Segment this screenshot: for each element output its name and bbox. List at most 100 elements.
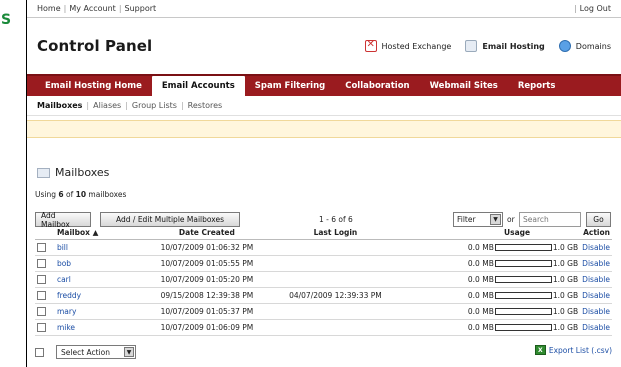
mailbox-link[interactable]: mike	[57, 323, 75, 332]
row-checkbox[interactable]	[37, 290, 46, 300]
export-list-link[interactable]: X Export List (.csv)	[534, 345, 612, 355]
header: Control Panel Hosted Exchange Email Host…	[27, 18, 621, 74]
mailbox-link[interactable]: carl	[57, 275, 71, 284]
table-row: bob 10/07/2009 01:05:55 PM 0.0 MB 1.0 GB…	[35, 255, 612, 272]
row-checkbox-cell	[35, 319, 55, 336]
product-switcher: Hosted Exchange Email Hosting Domains	[364, 39, 611, 52]
last-login-cell	[274, 271, 397, 288]
date-created-cell: 09/15/2008 12:39:38 PM	[139, 287, 275, 304]
usage-cell: 0.0 MB 1.0 GB	[396, 271, 581, 288]
support-link[interactable]: Support	[125, 4, 157, 13]
section-title: Mailboxes	[55, 166, 110, 179]
mailbox-link[interactable]: freddy	[57, 291, 81, 300]
usage-quota: 1.0 GB	[552, 290, 579, 300]
subnav-group-lists[interactable]: Group Lists	[132, 101, 177, 110]
disable-link[interactable]: Disable	[582, 243, 610, 252]
usage-used: 0.0 MB	[467, 274, 494, 284]
filter-select[interactable]: Filter ▼	[453, 212, 503, 227]
row-checkbox[interactable]	[37, 258, 46, 268]
subnav-aliases[interactable]: Aliases	[93, 101, 121, 110]
row-checkbox-cell	[35, 287, 55, 304]
row-checkbox[interactable]	[37, 274, 46, 284]
add-multiple-mailboxes-button[interactable]: Add / Edit Multiple Mailboxes	[100, 212, 240, 227]
top-links: Home | My Account | Support	[37, 4, 157, 13]
tab-spam-filtering[interactable]: Spam Filtering	[245, 81, 335, 96]
go-button[interactable]: Go	[586, 212, 611, 227]
disable-link[interactable]: Disable	[582, 259, 610, 268]
usage-bar	[494, 275, 552, 283]
column-header-date-created[interactable]: Date Created	[139, 226, 275, 240]
select-action-dropdown[interactable]: Select Action ▼	[56, 345, 136, 359]
tab-collaboration[interactable]: Collaboration	[335, 81, 419, 96]
product-label: Hosted Exchange	[381, 41, 452, 51]
disable-link[interactable]: Disable	[582, 275, 610, 284]
export-label: Export List (.csv)	[548, 345, 612, 355]
add-mailbox-button[interactable]: Add Mailbox	[35, 211, 91, 229]
disable-link[interactable]: Disable	[582, 307, 610, 316]
mailbox-link[interactable]: bob	[57, 259, 71, 268]
mailbox-link[interactable]: mary	[57, 307, 76, 316]
usage-quota: 1.0 GB	[552, 258, 579, 268]
usage-cell: 0.0 MB 1.0 GB	[396, 303, 581, 320]
usage-quota: 1.0 GB	[552, 242, 579, 252]
subnav-mailboxes[interactable]: Mailboxes	[37, 101, 82, 110]
usage-cell: 0.0 MB 1.0 GB	[396, 319, 581, 336]
usage-bar	[494, 259, 552, 267]
mailbox-name-cell: freddy	[54, 287, 140, 304]
product-email-hosting[interactable]: Email Hosting	[465, 40, 545, 52]
column-header-last-login[interactable]: Last Login	[274, 226, 397, 240]
date-created-cell: 10/07/2009 01:06:09 PM	[139, 319, 275, 336]
column-header-action: Action	[580, 226, 612, 240]
last-login-cell	[274, 319, 397, 336]
table-row: freddy 09/15/2008 12:39:38 PM 04/07/2009…	[35, 287, 612, 304]
usage-display: 0.0 MB 1.0 GB	[399, 275, 578, 284]
row-checkbox-cell	[35, 239, 55, 256]
pager-text: 1 - 6 of 6	[319, 215, 353, 224]
tab-webmail-sites[interactable]: Webmail Sites	[420, 81, 508, 96]
tab-email-accounts[interactable]: Email Accounts	[151, 76, 245, 96]
usage-display: 0.0 MB 1.0 GB	[399, 291, 578, 300]
product-hosted-exchange[interactable]: Hosted Exchange	[364, 39, 452, 52]
usage-used: 0.0 MB	[467, 258, 494, 268]
spreadsheet-icon: X	[534, 345, 546, 355]
column-header-mailbox[interactable]: Mailbox ▲	[54, 226, 140, 240]
tab-email-hosting-home[interactable]: Email Hosting Home	[35, 81, 152, 96]
row-checkbox[interactable]	[37, 306, 46, 316]
product-domains[interactable]: Domains	[558, 40, 611, 52]
my-account-link[interactable]: My Account	[69, 4, 115, 13]
tab-reports[interactable]: Reports	[508, 81, 566, 96]
home-link[interactable]: Home	[37, 4, 61, 13]
select-action-value: Select Action	[61, 347, 111, 357]
usage-used: 0.0 MB	[467, 290, 494, 300]
row-checkbox[interactable]	[37, 322, 46, 332]
logout-link[interactable]: Log Out	[580, 4, 611, 13]
disable-link[interactable]: Disable	[582, 291, 610, 300]
mailbox-icon	[37, 167, 50, 178]
section-heading: Mailboxes	[37, 166, 621, 179]
usage-display: 0.0 MB 1.0 GB	[399, 323, 578, 332]
table-row: carl 10/07/2009 01:05:20 PM 0.0 MB 1.0 G…	[35, 271, 612, 288]
usage-suffix: mailboxes	[86, 190, 127, 199]
usage-used: 0.0 MB	[467, 322, 494, 332]
usage-display: 0.0 MB 1.0 GB	[399, 259, 578, 268]
mailbox-name-cell: carl	[54, 271, 140, 288]
search-input[interactable]	[519, 212, 581, 227]
usage-cell: 0.0 MB 1.0 GB	[396, 287, 581, 304]
usage-used: 0.0 MB	[467, 306, 494, 316]
page-title: Control Panel	[37, 37, 153, 55]
mailbox-usage-summary: Using 6 of 10 mailboxes	[35, 190, 621, 199]
mailbox-name-cell: bill	[54, 239, 140, 256]
subnav-restores[interactable]: Restores	[188, 101, 223, 110]
product-label: Email Hosting	[482, 41, 545, 51]
disable-link[interactable]: Disable	[582, 323, 610, 332]
last-login-cell	[274, 303, 397, 320]
mailbox-link[interactable]: bill	[57, 243, 68, 252]
date-created-cell: 10/07/2009 01:06:32 PM	[139, 239, 275, 256]
row-checkbox[interactable]	[37, 242, 46, 252]
table-row: bill 10/07/2009 01:06:32 PM 0.0 MB 1.0 G…	[35, 239, 612, 256]
globe-icon	[558, 40, 571, 52]
select-all-checkbox[interactable]	[35, 347, 44, 357]
usage-display: 0.0 MB 1.0 GB	[399, 307, 578, 316]
chevron-down-icon: ▼	[124, 347, 134, 357]
logout-wrap: | Log Out	[573, 4, 611, 13]
